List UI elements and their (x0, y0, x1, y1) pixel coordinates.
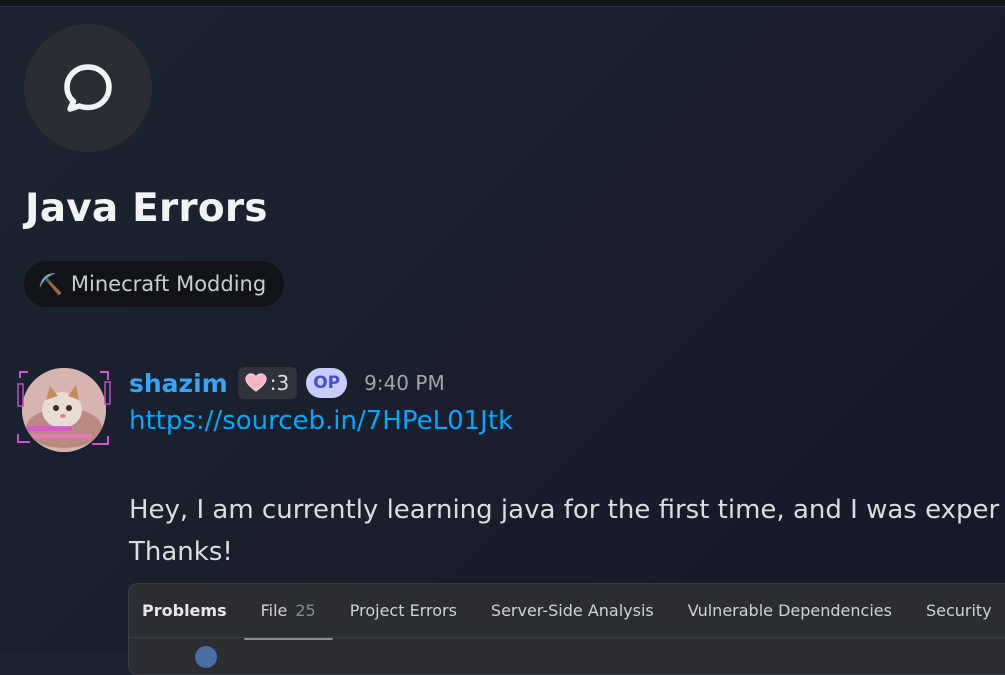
thread-title: Java Errors (25, 186, 268, 231)
message-timestamp[interactable]: 9:40 PM (364, 371, 445, 395)
top-divider (0, 0, 1005, 7)
role-tag-text: :3 (269, 371, 290, 395)
role-tag[interactable]: :3 (237, 367, 298, 399)
message-link[interactable]: https://sourceb.in/7HPeL01Jtk (129, 406, 513, 436)
avatar[interactable] (22, 368, 106, 452)
tab-file-count: 25 (295, 600, 316, 620)
forum-tag[interactable]: ⛏️ Minecraft Modding (24, 261, 285, 307)
tab-vulnerable-dependencies: Vulnerable Dependencies (687, 600, 892, 620)
image-attachment[interactable]: Problems File 25 Project Errors Server-S… (128, 583, 1005, 675)
op-badge: OP (306, 368, 348, 398)
message-body: Hey, I am currently learning java for th… (129, 489, 999, 573)
message-line: Hey, I am currently learning java for th… (129, 495, 1000, 525)
problems-tab-bar: Problems File 25 Project Errors Server-S… (129, 584, 1005, 640)
tab-security: Security (925, 600, 992, 620)
forum-tag-label: Minecraft Modding (70, 272, 267, 296)
tab-project-errors: Project Errors (349, 600, 457, 620)
message-line: Thanks! (129, 537, 233, 567)
tab-bar-divider (129, 637, 1005, 638)
chat-bubble-icon (24, 24, 152, 152)
pickaxe-icon: ⛏️ (38, 272, 63, 296)
tab-server-side-analysis: Server-Side Analysis (490, 600, 654, 620)
file-icon (195, 646, 217, 668)
username[interactable]: shazim (129, 369, 228, 398)
pink-heart-icon (245, 373, 267, 392)
message-header: shazim :3 OP 9:40 PM (129, 366, 445, 400)
tab-file: File 25 (243, 584, 333, 640)
tab-problems: Problems (142, 600, 227, 620)
tab-file-label: File (260, 600, 288, 620)
